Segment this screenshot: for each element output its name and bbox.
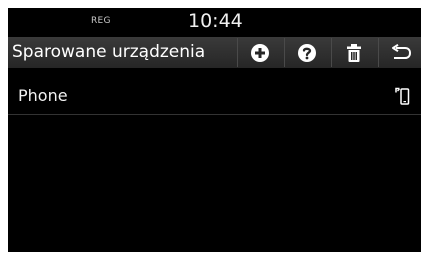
title-bar: Sparowane urządzenia xyxy=(8,37,421,68)
back-arrow-icon xyxy=(391,43,411,59)
paired-devices-list: Phone xyxy=(8,78,421,115)
add-device-button[interactable] xyxy=(237,38,282,67)
clock: 10:44 xyxy=(188,10,243,32)
help-button[interactable] xyxy=(284,38,329,67)
plus-circle-icon xyxy=(251,43,269,62)
status-bar: REG 10:44 xyxy=(8,8,421,36)
question-circle-icon xyxy=(298,43,316,62)
trash-icon xyxy=(347,43,361,62)
list-item-phone[interactable]: Phone xyxy=(8,78,421,115)
head-unit-screen: REG 10:44 Sparowane urządzenia Phone xyxy=(8,8,421,252)
device-name: Phone xyxy=(18,86,68,105)
phone-connection-icon xyxy=(395,87,410,105)
page-title: Sparowane urządzenia xyxy=(12,42,206,62)
region-indicator: REG xyxy=(91,16,111,26)
delete-button[interactable] xyxy=(331,38,376,67)
back-button[interactable] xyxy=(378,38,421,67)
